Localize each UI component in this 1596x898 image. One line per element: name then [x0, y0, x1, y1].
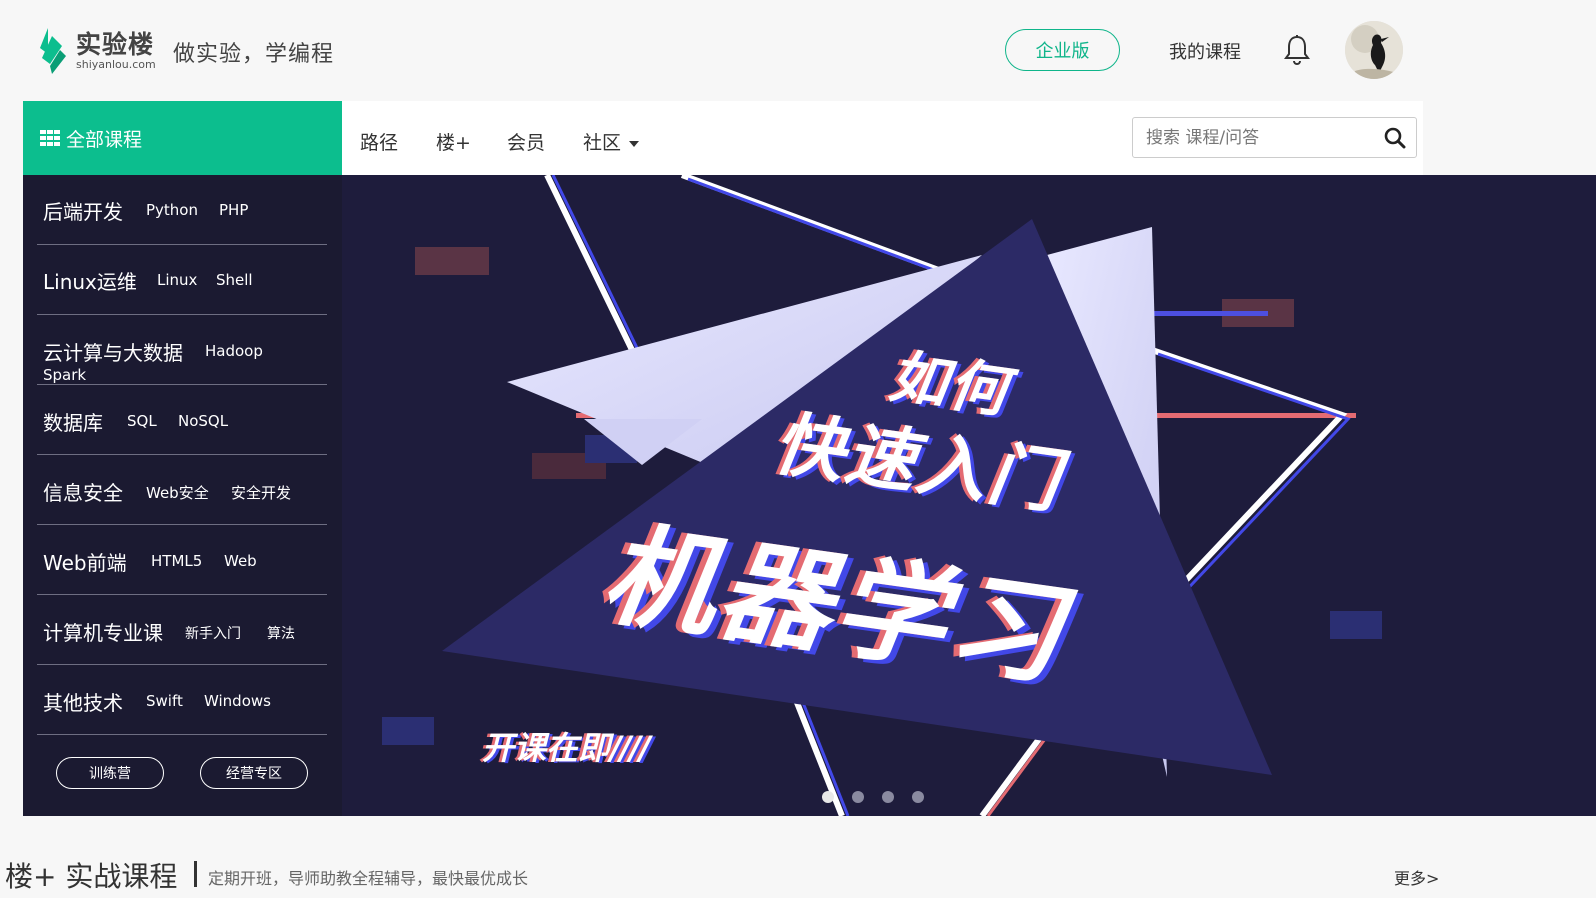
search-box — [1132, 117, 1417, 158]
notification-bell-icon[interactable] — [1282, 34, 1312, 66]
carousel-dot[interactable] — [882, 791, 894, 803]
category-backend[interactable]: 后端开发 Python PHP — [37, 175, 327, 245]
category-tag[interactable]: Linux — [157, 271, 197, 289]
category-name: Web前端 — [43, 551, 127, 575]
logo-name: 实验楼 — [76, 29, 155, 59]
category-other[interactable]: 其他技术 Swift Windows — [37, 665, 327, 735]
bootcamp-button[interactable]: 训练营 — [56, 757, 164, 789]
carousel-dots — [822, 791, 924, 803]
category-tag[interactable]: Swift — [146, 692, 183, 710]
category-tag[interactable]: Hadoop — [205, 342, 263, 360]
carousel-dot[interactable] — [822, 791, 834, 803]
user-avatar[interactable] — [1345, 21, 1403, 79]
hero-banner[interactable]: 如何 快速入门 机器学习 开课在即//// — [342, 175, 1596, 816]
more-link[interactable]: 更多> — [1394, 865, 1439, 889]
site-slogan: 做实验，学编程 — [173, 42, 335, 67]
carousel-dot[interactable] — [912, 791, 924, 803]
category-database[interactable]: 数据库 SQL NoSQL — [37, 385, 327, 455]
section-subtitle: 定期开班，导师助教全程辅导，最快最优成长 — [208, 869, 529, 888]
nav-item-community[interactable]: 社区 — [583, 128, 640, 155]
site-header: 实验楼 shiyanlou.com 做实验，学编程 企业版 我的课程 — [0, 0, 1596, 101]
category-tag[interactable]: Web — [224, 552, 257, 570]
category-name: 数据库 — [43, 411, 103, 435]
category-cs[interactable]: 计算机专业课 新手入门 算法 — [37, 595, 327, 665]
logo-domain: shiyanlou.com — [76, 57, 156, 71]
business-zone-button[interactable]: 经营专区 — [200, 757, 308, 789]
category-linux[interactable]: Linux运维 Linux Shell — [37, 245, 327, 315]
category-tag[interactable]: SQL — [127, 412, 157, 430]
category-tag[interactable]: Python — [146, 201, 198, 219]
logo-text: 实验楼 shiyanlou.com — [76, 31, 156, 72]
category-tag[interactable]: Spark — [43, 366, 86, 384]
carousel-dot[interactable] — [852, 791, 864, 803]
category-name: Linux运维 — [43, 270, 137, 294]
category-tag[interactable]: 安全开发 — [231, 482, 291, 503]
site-logo[interactable]: 实验楼 shiyanlou.com — [38, 26, 156, 76]
my-courses-link[interactable]: 我的课程 — [1169, 38, 1241, 64]
banner-tagline: 开课在即//// — [482, 723, 651, 769]
banner-tagline-text: 开课在即 — [482, 729, 611, 767]
category-tag[interactable]: Shell — [216, 271, 253, 289]
category-name: 后端开发 — [43, 200, 123, 224]
grid-icon — [40, 130, 60, 146]
nav-item-vip[interactable]: 会员 — [507, 128, 545, 155]
category-name: 云计算与大数据 — [43, 341, 183, 365]
category-frontend[interactable]: Web前端 HTML5 Web — [37, 525, 327, 595]
nav-item-paths[interactable]: 路径 — [360, 128, 398, 155]
all-courses-button[interactable]: 全部课程 — [23, 101, 342, 175]
search-input[interactable] — [1146, 118, 1376, 157]
category-tag[interactable]: PHP — [219, 201, 248, 219]
caret-down-icon — [629, 140, 640, 147]
category-sidebar: 后端开发 Python PHP Linux运维 Linux Shell 云计算与… — [23, 175, 342, 816]
category-security[interactable]: 信息安全 Web安全 安全开发 — [37, 455, 327, 525]
category-tag[interactable]: Windows — [204, 692, 271, 710]
category-name: 其他技术 — [43, 691, 123, 715]
all-courses-label: 全部课程 — [66, 128, 143, 151]
category-tag[interactable]: 新手入门 — [185, 623, 241, 643]
search-icon[interactable] — [1384, 127, 1406, 149]
chevrons-icon: //// — [610, 729, 651, 767]
nav-item-community-label: 社区 — [583, 132, 622, 154]
logo-mark-icon — [40, 28, 66, 74]
category-tag[interactable]: HTML5 — [151, 552, 202, 570]
category-tag[interactable]: Web安全 — [146, 482, 209, 503]
category-tag[interactable]: 算法 — [267, 623, 295, 643]
enterprise-button[interactable]: 企业版 — [1005, 29, 1120, 71]
louplus-section-header: 楼+ 实战课程 定期开班，导师助教全程辅导，最快最优成长 更多> — [0, 853, 1596, 898]
main-nav: 全部课程 路径 楼+ 会员 社区 — [23, 101, 1423, 175]
avatar-image — [1345, 21, 1403, 79]
category-tag[interactable]: NoSQL — [178, 412, 228, 430]
category-cloud-bigdata[interactable]: 云计算与大数据 Hadoop Spark — [37, 315, 327, 385]
category-name: 信息安全 — [43, 481, 123, 505]
category-name: 计算机专业课 — [43, 621, 163, 645]
section-title: 楼+ 实战课程 — [5, 860, 178, 893]
nav-item-louplus[interactable]: 楼+ — [436, 128, 471, 155]
section-divider — [194, 861, 197, 887]
